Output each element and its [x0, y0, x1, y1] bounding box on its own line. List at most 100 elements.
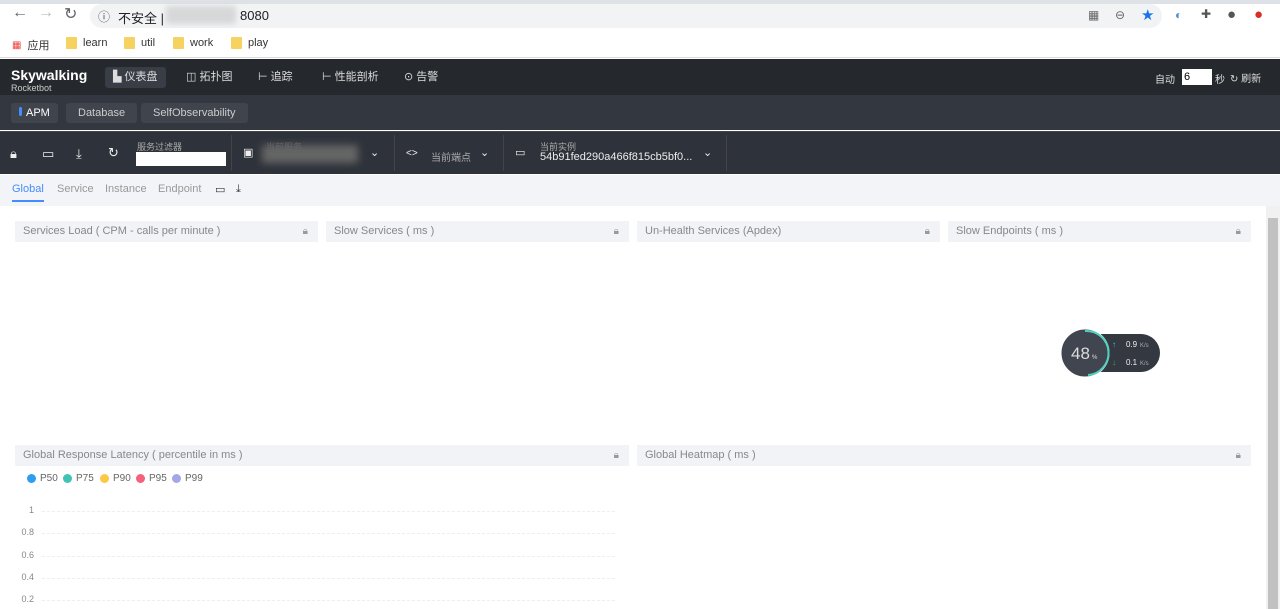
refresh-button[interactable]: ↻ 刷新 [1230, 70, 1261, 85]
folder-icon[interactable]: ▭ [215, 183, 225, 196]
update-icon[interactable]: ● [1254, 6, 1263, 23]
nav-label: 性能剖析 [334, 71, 379, 83]
download-unit: K/s [1140, 361, 1149, 367]
bookmark-label: 应用 [27, 40, 50, 52]
lock-icon[interactable]: 🔒︎ [614, 445, 619, 466]
y-tick-label: 1 [28, 505, 34, 515]
seconds-label: 秒 [1215, 75, 1225, 86]
download-icon[interactable]: ⤓ [76, 146, 82, 162]
layer-database[interactable]: Database [66, 103, 138, 123]
logo: Skywalking [11, 67, 88, 83]
forward-icon[interactable]: → [38, 4, 54, 22]
bookmark-play[interactable]: play [231, 37, 268, 49]
nav-label: 告警 [416, 71, 439, 83]
info-icon[interactable]: ⓘ [98, 8, 110, 25]
nav-alarm[interactable]: ⊙ 告警 [396, 67, 446, 88]
lock-icon[interactable]: 🔒︎ [925, 221, 930, 242]
apps-icon: ▦ [12, 39, 22, 51]
nav-dashboard[interactable]: ▙ 仪表盘 [105, 67, 166, 88]
layer-selfobservability[interactable]: SelfObservability [141, 103, 248, 123]
legend-item-p50[interactable]: P50 [27, 473, 58, 484]
bookmark-util[interactable]: util [124, 37, 155, 49]
url-port: 8080 [240, 8, 269, 23]
panel-response-latency: Global Response Latency ( percentile in … [15, 445, 629, 466]
folder-icon [173, 37, 184, 49]
nav-label: 仪表盘 [124, 71, 158, 83]
profile-icon[interactable]: ● [1227, 6, 1236, 23]
nav-trace[interactable]: ⊢ 追踪 [250, 67, 301, 88]
auto-label: 自动 [1155, 75, 1175, 86]
service-filter-input[interactable] [136, 152, 226, 166]
legend-label: P99 [185, 473, 203, 484]
bookmark-work[interactable]: work [173, 37, 213, 49]
instance-icon: ▭ [515, 147, 526, 159]
gridline [42, 511, 615, 512]
y-tick-label: 0.4 [21, 571, 34, 582]
legend-item-p90[interactable]: P90 [100, 473, 131, 484]
extension-icon[interactable]: ◐ [1175, 8, 1182, 22]
back-icon[interactable]: ← [12, 4, 28, 22]
legend-label: P95 [149, 473, 167, 484]
folder-icon [231, 37, 242, 49]
tab-global[interactable]: Global [12, 183, 44, 202]
lock-icon[interactable]: 🔒︎ [1236, 445, 1241, 466]
nav-topology[interactable]: ◫ 拓扑图 [178, 67, 240, 88]
legend-item-p95[interactable]: P95 [136, 473, 167, 484]
translate-icon[interactable]: ▦ [1088, 8, 1099, 22]
dashboard-content [0, 206, 1266, 609]
lock-icon[interactable]: 🔒︎ [303, 221, 308, 242]
legend-label: P90 [113, 473, 131, 484]
lock-icon[interactable]: 🔒︎ [1236, 221, 1241, 242]
endpoint-icon: <> [406, 148, 418, 159]
panel-slow-services: Slow Services ( ms ) 🔒︎ [326, 221, 629, 242]
download-icon[interactable]: ⤓ [236, 183, 241, 196]
tab-instance[interactable]: Instance [105, 183, 147, 195]
y-tick-label: 0.6 [21, 549, 34, 560]
folder-icon [124, 37, 135, 49]
tab-endpoint[interactable]: Endpoint [158, 183, 201, 195]
folder-icon[interactable]: ▭ [42, 146, 54, 162]
panel-title: Services Load ( CPM - calls per minute ) [23, 225, 221, 237]
panel-title: Global Heatmap ( ms ) [645, 449, 756, 461]
legend-dot [63, 474, 72, 483]
legend-item-p75[interactable]: P75 [63, 473, 94, 484]
arrow-up-icon: ↑ [1112, 340, 1116, 349]
service-select-chevron-icon[interactable]: ⌄ [370, 146, 379, 159]
panel-title: Slow Services ( ms ) [334, 225, 435, 237]
star-icon[interactable]: ★ [1141, 6, 1154, 24]
bookmark-learn[interactable]: learn [66, 37, 107, 49]
legend-label: P75 [76, 473, 94, 484]
layer-label: APM [26, 107, 50, 119]
bookmark-apps[interactable]: ▦ 应用 [12, 37, 49, 53]
lock-icon[interactable]: 🔒︎ [10, 146, 17, 162]
lock-icon[interactable]: 🔒︎ [614, 221, 619, 242]
endpoint-chevron-icon[interactable]: ⌄ [480, 146, 489, 159]
nav-label: 拓扑图 [199, 71, 233, 83]
legend-dot [27, 474, 36, 483]
instance-value[interactable]: 54b91fed290a466f815cb5bf0... [540, 151, 692, 163]
zoom-icon[interactable]: ⊖ [1115, 8, 1125, 22]
gridline [42, 533, 615, 535]
legend-item-p99[interactable]: P99 [172, 473, 203, 484]
puzzle-icon[interactable]: ✚ [1201, 7, 1211, 21]
network-gauge-widget: 48 % ↑ 0.9 ↓ 0.1 K/s K/s [1060, 328, 1160, 378]
panel-services-load: Services Load ( CPM - calls per minute )… [15, 221, 318, 242]
bookmark-label: work [190, 37, 214, 49]
bookmark-label: learn [83, 37, 108, 49]
gauge-percent: 48 [1071, 344, 1090, 363]
layer-apm[interactable]: APM [11, 103, 58, 123]
reload-icon[interactable]: ↻ [64, 4, 77, 24]
y-tick-label: 0.8 [21, 527, 34, 538]
tab-service[interactable]: Service [57, 183, 94, 195]
auto-interval-input[interactable] [1182, 69, 1212, 85]
logo-sub: Rocketbot [11, 83, 52, 93]
legend-label: P50 [40, 473, 58, 484]
endpoint-label[interactable]: 当前端点 [431, 149, 471, 164]
scrollbar-thumb[interactable] [1268, 218, 1278, 609]
nav-profile[interactable]: ⊢ 性能剖析 [314, 67, 387, 88]
arrow-down-icon: ↓ [1112, 358, 1116, 367]
sync-icon[interactable]: ↻ [108, 145, 119, 161]
instance-chevron-icon[interactable]: ⌄ [703, 146, 712, 159]
upload-rate: 0.9 [1126, 340, 1138, 349]
legend-dot [136, 474, 145, 483]
